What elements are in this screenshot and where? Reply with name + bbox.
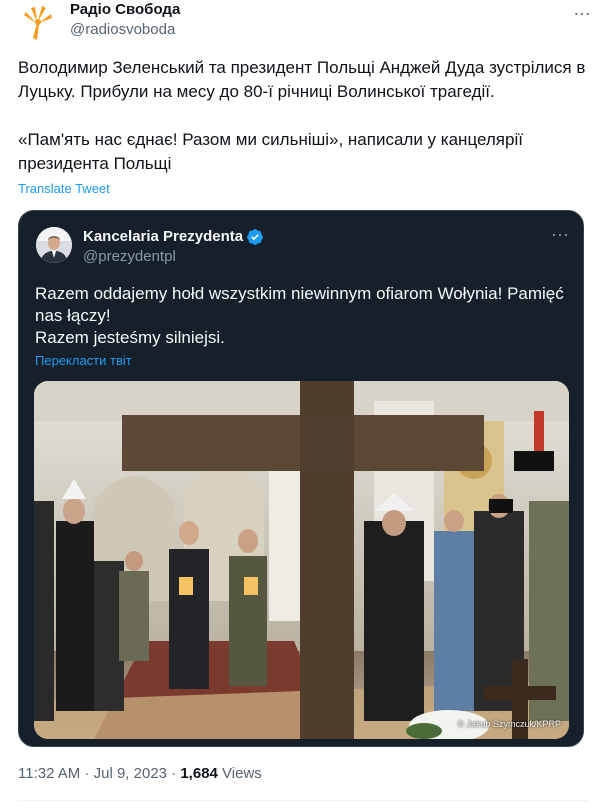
tweet-text: Володимир Зеленський та президент Польщі… — [18, 56, 590, 176]
translate-tweet-link[interactable]: Translate Tweet — [18, 181, 110, 197]
tweet-paragraph: «Пам'ять нас єднає! Разом ми сильніші», … — [18, 130, 523, 173]
views-label: Views — [217, 765, 262, 782]
photo-credit: © Jakub Szymczuk/KPRP — [457, 719, 561, 729]
quote-text: Razem oddajemy hołd wszystkim niewinnym … — [35, 283, 567, 349]
quote-translate-link[interactable]: Перекласти твіт — [35, 353, 132, 369]
divider — [18, 800, 588, 801]
quote-author-handle[interactable]: @prezydentpl — [83, 248, 176, 266]
tweet-photo[interactable]: © Jakub Szymczuk/KPRP — [34, 381, 569, 739]
tweet-time[interactable]: 11:32 AM — [18, 765, 80, 782]
author-display-name[interactable]: Радіо Свобода — [70, 1, 180, 19]
quote-author-avatar[interactable] — [36, 227, 72, 263]
church-procession-photo — [34, 381, 569, 739]
verified-badge-icon — [247, 229, 263, 245]
quote-text-line: Razem jesteśmy silniejsi. — [35, 328, 225, 347]
meta-separator: · — [80, 765, 94, 782]
radio-svoboda-logo[interactable] — [18, 2, 58, 42]
portrait-icon — [36, 227, 72, 263]
tweet-paragraph: Володимир Зеленський та президент Польщі… — [18, 58, 586, 101]
tweet-metadata: 11:32 AM · Jul 9, 2023 · 1,684 Views — [18, 765, 262, 783]
quote-author-display-name[interactable]: Kancelaria Prezydenta — [83, 228, 243, 246]
more-options-icon[interactable]: … — [573, 0, 592, 18]
quote-text-line: Razem oddajemy hołd wszystkim niewinnym … — [35, 284, 564, 325]
meta-separator: · — [167, 765, 181, 782]
quoted-tweet-card[interactable]: Kancelaria Prezydenta @prezydentpl ··· R… — [18, 210, 584, 747]
views-count[interactable]: 1,684 — [180, 765, 218, 782]
quote-more-options-icon[interactable]: ··· — [551, 225, 569, 243]
author-handle[interactable]: @radiosvoboda — [70, 21, 175, 39]
tweet-date[interactable]: Jul 9, 2023 — [94, 765, 167, 782]
